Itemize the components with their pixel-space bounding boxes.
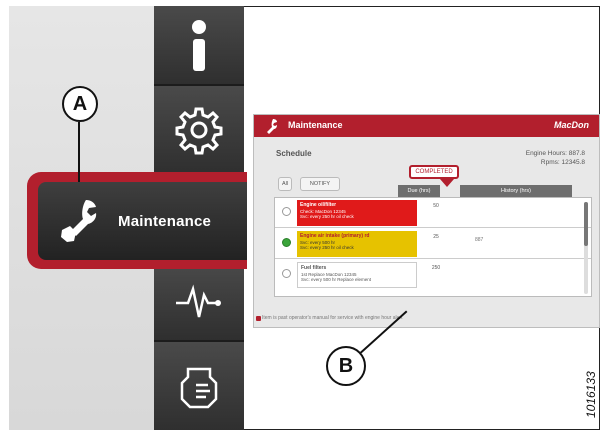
sidebar-item-diagnostics[interactable]	[154, 262, 244, 342]
row-radio-selected[interactable]	[282, 238, 291, 247]
completed-button[interactable]: COMPLETED	[409, 165, 459, 179]
task-cell: Fuel filters 1st Replace MacDon 12345 Sv…	[297, 262, 417, 288]
maintenance-screen-inset: Maintenance MacDon Schedule Engine Hours…	[253, 114, 600, 328]
column-due: Due (hrs)	[398, 185, 440, 197]
task-title: Fuel filters	[301, 265, 327, 271]
wrench-hand-icon	[61, 200, 97, 242]
callout-b: B	[326, 346, 366, 386]
sidebar-item-settings[interactable]	[154, 86, 244, 176]
sidebar-item-info[interactable]	[154, 6, 244, 86]
callout-a: A	[62, 86, 98, 122]
figure-number: 1016133	[584, 371, 598, 418]
task-detail: Check: MacDon 12345	[300, 208, 346, 214]
task-cell: Engine oil/filter Check: MacDon 12345 Sv…	[297, 200, 417, 226]
column-history: History (hrs)	[460, 185, 572, 197]
table-row[interactable]: Fuel filters 1st Replace MacDon 12345 Sv…	[275, 260, 591, 290]
engine-icon	[180, 367, 218, 409]
engine-hours-readout: Engine Hours: 887.8 Rpms: 12345.8	[526, 149, 585, 167]
footnote-marker-icon	[256, 316, 261, 321]
task-title: Engine air intake (primary) rd	[300, 233, 370, 239]
info-icon	[192, 20, 206, 71]
task-detail: Svc: every 250 hr oil check	[300, 214, 354, 219]
gear-icon	[175, 107, 223, 155]
task-title: Engine oil/filter	[300, 202, 337, 208]
table-row[interactable]: Engine oil/filter Check: MacDon 12345 Sv…	[275, 198, 591, 228]
scrollbar-thumb[interactable]	[584, 202, 588, 246]
task-detail: Svc: every 250 hr oil check	[300, 245, 354, 250]
brand-logo: MacDon	[553, 120, 589, 130]
footnote: Item is past operator's manual for servi…	[262, 315, 403, 321]
wrench-hand-icon	[267, 119, 277, 134]
filter-notify-button[interactable]: NOTIFY	[300, 177, 340, 191]
history-cell: 887	[475, 237, 484, 243]
inset-title: Maintenance	[288, 120, 343, 130]
rpm-hours: Rpms: 12345.8	[540, 159, 585, 166]
due-cell: 25	[433, 234, 439, 240]
completed-indicator-arrow	[440, 179, 454, 187]
pulse-icon	[176, 284, 221, 318]
task-detail: 1st Replace MacDon 12345	[301, 271, 357, 277]
row-radio[interactable]	[282, 269, 291, 278]
task-detail: Svc: every 500 hr Replace element	[301, 277, 372, 282]
table-row[interactable]: Engine air intake (primary) rd Svc: ever…	[275, 229, 591, 259]
due-cell: 50	[433, 203, 439, 209]
due-cell: 250	[431, 265, 441, 271]
sidebar-item-maintenance[interactable]: Maintenance	[38, 182, 247, 260]
sidebar-item-label: Maintenance	[118, 212, 212, 230]
row-radio[interactable]	[282, 207, 291, 216]
sidebar-item-engine[interactable]	[154, 342, 244, 430]
inset-header: Maintenance MacDon	[254, 115, 599, 137]
filter-all-button[interactable]: All	[278, 177, 292, 191]
engine-hours: Engine Hours: 887.8	[525, 150, 585, 157]
maintenance-table: Engine oil/filter Check: MacDon 12345 Sv…	[274, 197, 592, 297]
schedule-label: Schedule	[276, 149, 312, 158]
task-cell: Engine air intake (primary) rd Svc: ever…	[297, 231, 417, 257]
leader-line-a	[78, 122, 80, 182]
task-detail: Svc: every 500 hr	[300, 239, 336, 245]
